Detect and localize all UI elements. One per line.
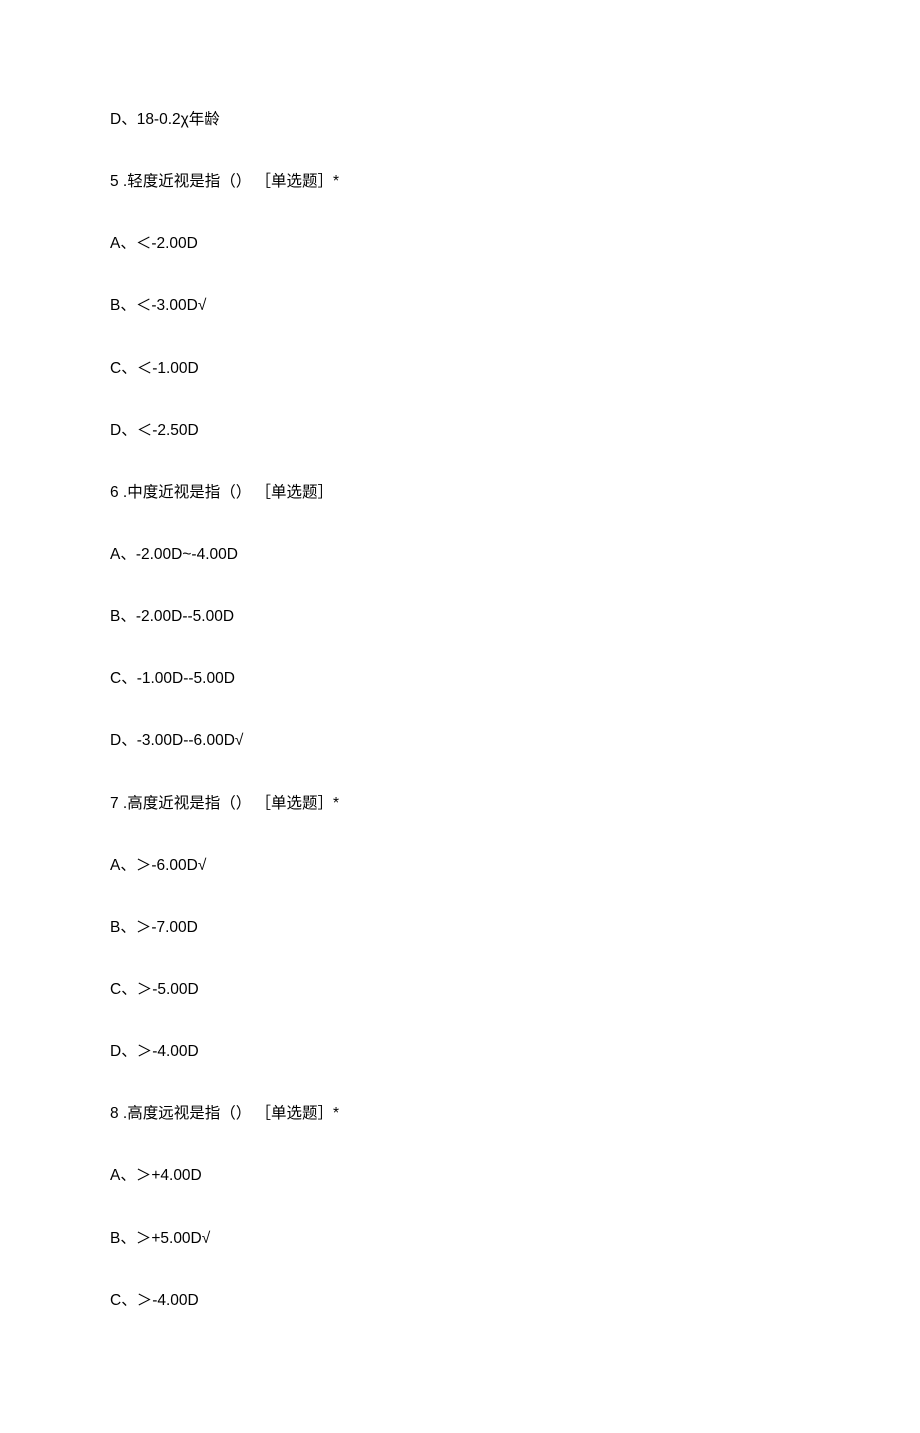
text-line: D、＜-2.50D [110, 421, 810, 441]
text-line: C、＜-1.00D [110, 359, 810, 379]
text-line: C、＞-5.00D [110, 980, 810, 1000]
text-line: D、18-0.2χ年龄 [110, 110, 810, 130]
text-line: A、＞-6.00D√ [110, 856, 810, 876]
text-line: C、-1.00D--5.00D [110, 669, 810, 689]
text-line: 7 .高度近视是指（） ［单选题］* [110, 794, 810, 814]
text-line: A、＞+4.00D [110, 1166, 810, 1186]
text-line: A、-2.00D~-4.00D [110, 545, 810, 565]
text-line: 6 .中度近视是指（） ［单选题］ [110, 483, 810, 503]
text-line: A、＜-2.00D [110, 234, 810, 254]
text-line: D、-3.00D--6.00D√ [110, 731, 810, 751]
text-line: B、＞+5.00D√ [110, 1229, 810, 1249]
text-line: B、＜-3.00D√ [110, 296, 810, 316]
text-line: B、-2.00D--5.00D [110, 607, 810, 627]
text-line: D、＞-4.00D [110, 1042, 810, 1062]
text-line: 8 .高度远视是指（） ［单选题］* [110, 1104, 810, 1124]
text-line: B、＞-7.00D [110, 918, 810, 938]
text-line: 5 .轻度近视是指（） ［单选题］* [110, 172, 810, 192]
document-page: D、18-0.2χ年龄 5 .轻度近视是指（） ［单选题］* A、＜-2.00D… [0, 0, 920, 1433]
